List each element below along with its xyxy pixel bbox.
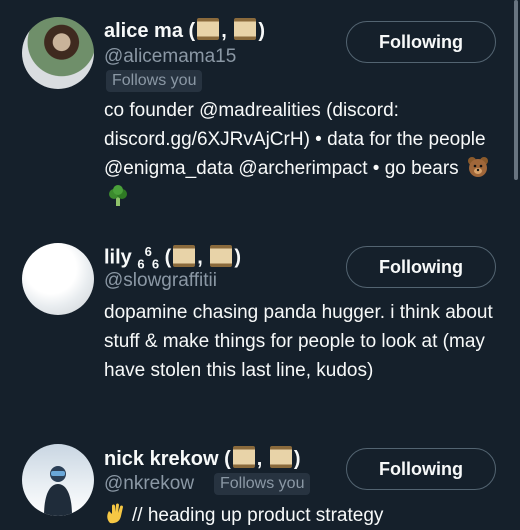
scroll-icon [269, 446, 292, 468]
avatar[interactable] [22, 243, 94, 315]
user-handle[interactable]: @alicemama15 [104, 46, 236, 68]
user-handle[interactable]: @slowgraffitii [104, 270, 217, 292]
skier-figure [44, 466, 72, 516]
broccoli-icon [109, 185, 127, 206]
scroll-icon [232, 446, 255, 468]
follows-you-badge: Follows you [214, 473, 311, 495]
scrollbar-thumb[interactable] [514, 0, 518, 180]
avatar[interactable] [22, 444, 94, 516]
user-bio: // heading up product strategy [104, 501, 504, 530]
display-name[interactable]: lily 666 (, ) [104, 244, 241, 272]
following-button[interactable]: Following [346, 21, 496, 63]
display-name[interactable]: nick krekow (, ) [104, 446, 301, 471]
user-handle[interactable]: @nkrekow [104, 473, 194, 495]
scroll-icon [234, 18, 257, 40]
user-bio: dopamine chasing panda hugger. i think a… [104, 302, 493, 381]
follows-you-badge: Follows you [106, 70, 203, 92]
user-bio: co founder @madrealities (discord: disco… [104, 96, 504, 212]
display-name[interactable]: alice ma (, ) [104, 18, 265, 43]
waving-hand-icon [107, 503, 123, 524]
scroll-icon [197, 18, 220, 40]
bear-face-icon [467, 157, 488, 177]
following-button[interactable]: Following [346, 448, 496, 490]
scroll-icon [210, 244, 233, 267]
avatar[interactable] [22, 17, 94, 89]
following-button[interactable]: Following [346, 246, 496, 288]
scroll-icon [173, 244, 196, 267]
